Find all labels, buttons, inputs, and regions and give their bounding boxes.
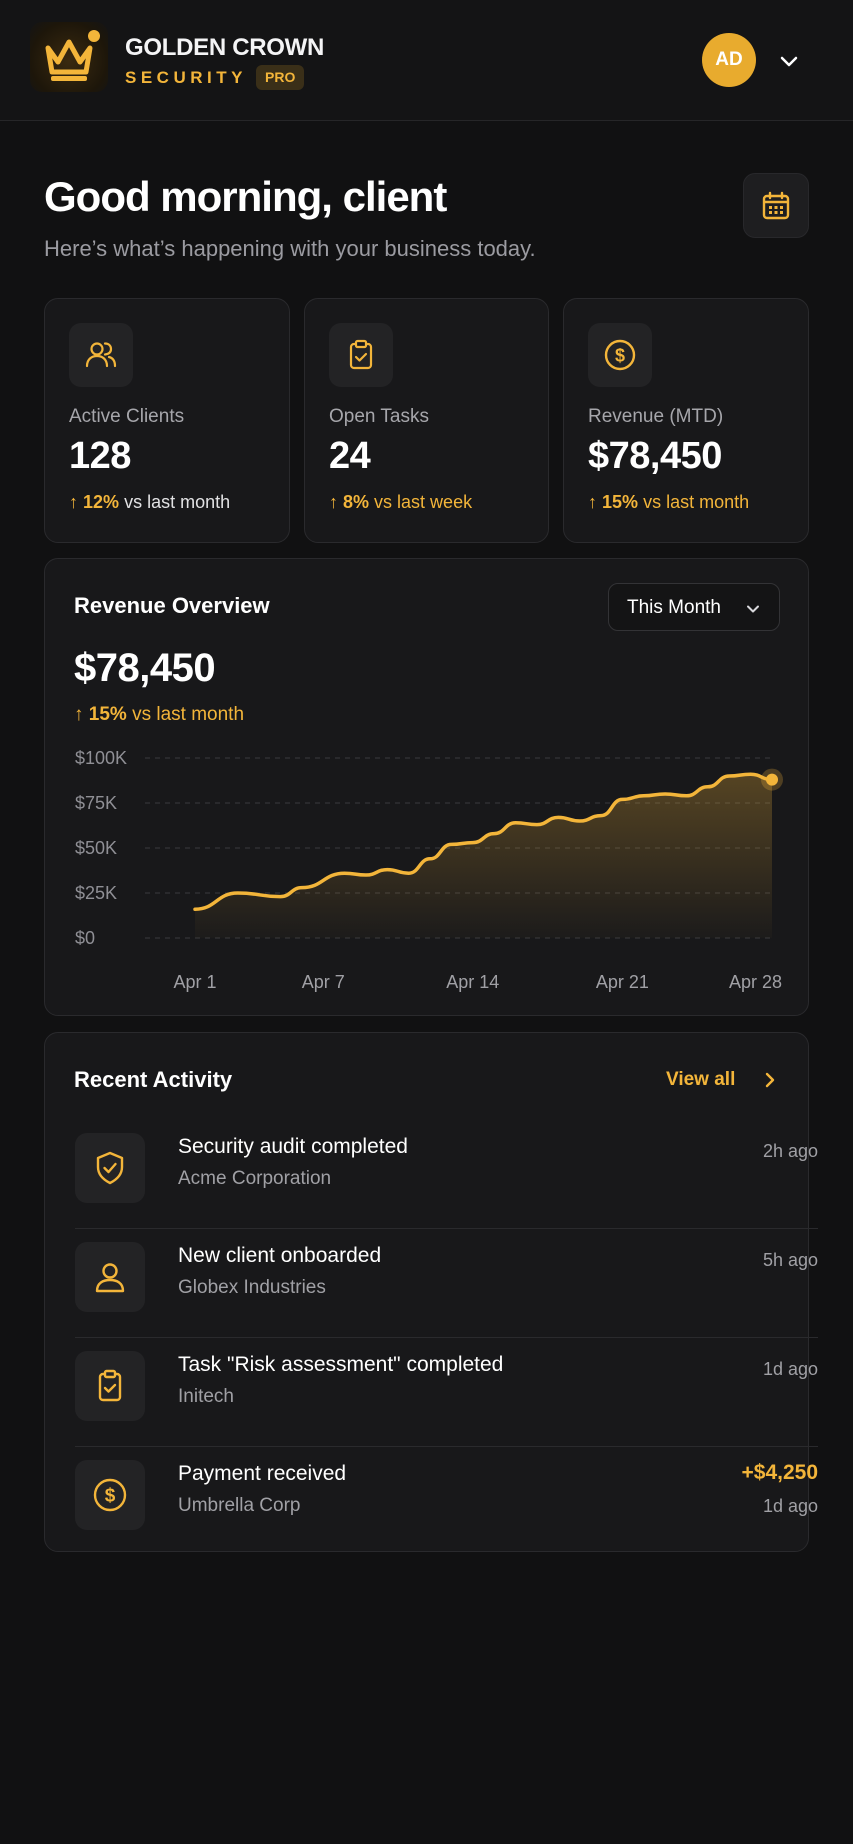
clipboard-check-icon	[329, 323, 393, 387]
stat-value: $78,450	[588, 435, 722, 477]
x-tick-label: Apr 1	[173, 972, 216, 992]
y-tick-label: $0	[75, 928, 95, 948]
y-tick-label: $25K	[75, 883, 117, 903]
activity-item[interactable]: New client onboarded Globex Industries 5…	[75, 1230, 818, 1338]
dollar-circle-icon: $	[75, 1460, 145, 1530]
page-title: Good morning, client	[44, 173, 447, 220]
activity-time: 1d ago	[762, 1496, 818, 1516]
revenue-delta-value: 15%	[88, 704, 127, 725]
shield-check-icon	[75, 1133, 145, 1203]
brand-subtitle: SECURITY	[125, 68, 247, 87]
y-tick-label: $75K	[75, 793, 117, 813]
activity-subtitle: Globex Industries	[178, 1277, 326, 1298]
stat-value: 128	[69, 435, 131, 477]
x-tick-label: Apr 28	[729, 972, 782, 992]
activity-item[interactable]: Task "Risk assessment" completed Initech…	[75, 1339, 818, 1447]
stat-delta: ↑ 12% vs last month	[69, 492, 230, 513]
arrow-up-icon: ↑	[69, 492, 78, 512]
stat-value: 24	[329, 435, 371, 477]
period-select[interactable]: This Month	[608, 583, 780, 631]
stat-label: Active Clients	[69, 406, 185, 427]
calendar-icon	[762, 191, 790, 219]
activity-title: Recent Activity	[74, 1067, 233, 1092]
recent-activity-card: Recent Activity View all Security audit …	[44, 1032, 818, 1552]
brand-title: GOLDEN CROWN	[125, 34, 325, 61]
activity-title: Security audit completed	[178, 1135, 408, 1158]
stat-delta: ↑ 15% vs last month	[588, 492, 749, 513]
arrow-up-icon: ↑	[329, 492, 338, 512]
activity-item[interactable]: Security audit completed Acme Corporatio…	[75, 1121, 818, 1229]
activity-amount: +$4,250	[741, 1461, 819, 1484]
svg-text:$: $	[615, 346, 625, 366]
stat-delta-context: vs last month	[643, 492, 750, 512]
activity-title: Task "Risk assessment" completed	[178, 1353, 504, 1376]
arrow-up-icon: ↑	[74, 704, 84, 725]
revenue-value: $78,450	[74, 646, 216, 690]
chevron-down-icon[interactable]	[778, 50, 800, 72]
users-icon	[69, 323, 133, 387]
page-subtitle: Here’s what’s happening with your busine…	[44, 236, 536, 261]
arrow-up-icon: ↑	[588, 492, 597, 512]
calendar-button[interactable]	[743, 173, 809, 238]
activity-time: 2h ago	[762, 1141, 818, 1161]
stat-delta-context: vs last week	[374, 492, 473, 512]
activity-time: 1d ago	[762, 1359, 818, 1379]
revenue-delta-context: vs last month	[132, 704, 245, 725]
activity-title: New client onboarded	[178, 1244, 382, 1267]
activity-subtitle: Initech	[178, 1386, 234, 1407]
svg-text:$: $	[105, 1486, 116, 1507]
x-tick-label: Apr 7	[302, 972, 345, 992]
last-data-point[interactable]	[766, 773, 778, 786]
period-select-value: This Month	[627, 597, 721, 618]
activity-subtitle: Acme Corporation	[178, 1168, 332, 1189]
activity-item[interactable]: $ Payment received Umbrella Corp +$4,250…	[75, 1448, 818, 1556]
activity-time: 5h ago	[762, 1250, 818, 1270]
clipboard-check-icon	[75, 1351, 145, 1421]
y-tick-label: $50K	[75, 838, 117, 858]
stat-label: Revenue (MTD)	[588, 406, 724, 427]
chevron-down-icon	[747, 605, 759, 613]
stat-delta-context: vs last month	[124, 492, 231, 512]
avatar[interactable]: AD	[702, 33, 756, 87]
stat-card-active-clients[interactable]: Active Clients 128 ↑ 12% vs last month	[44, 298, 290, 543]
view-all-link[interactable]: View all	[666, 1069, 735, 1091]
x-tick-label: Apr 21	[596, 972, 649, 992]
revenue-area	[195, 774, 772, 938]
revenue-chart: $0 $25K $50K $75K $100K Apr 1 Apr 7 Apr 14 Apr 2…	[75, 748, 783, 992]
chevron-right-icon[interactable]	[760, 1070, 780, 1090]
stat-label: Open Tasks	[329, 406, 429, 427]
stat-card-revenue[interactable]: $ Revenue (MTD) $78,450 ↑ 15% vs last mo…	[563, 298, 809, 543]
x-tick-label: Apr 14	[446, 972, 499, 992]
stat-delta-value: 8%	[343, 492, 370, 512]
activity-title: Payment received	[178, 1462, 347, 1485]
dollar-circle-icon: $	[588, 323, 652, 387]
user-icon	[75, 1242, 145, 1312]
stat-delta-value: 15%	[602, 492, 639, 512]
app-header: GOLDEN CROWN SECURITY PRO AD	[0, 0, 853, 121]
stat-delta-value: 12%	[83, 492, 120, 512]
stat-card-open-tasks[interactable]: Open Tasks 24 ↑ 8% vs last week	[304, 298, 549, 543]
pro-badge: PRO	[256, 65, 305, 90]
revenue-title: Revenue Overview	[74, 593, 270, 618]
y-tick-label: $100K	[75, 748, 127, 768]
activity-subtitle: Umbrella Corp	[178, 1495, 301, 1516]
crown-icon[interactable]	[30, 22, 108, 92]
revenue-delta: ↑ 15% vs last month	[74, 704, 244, 726]
stat-delta: ↑ 8% vs last week	[329, 492, 472, 513]
revenue-overview-card: Revenue Overview This Month $78,450 ↑ 15…	[44, 558, 809, 1016]
